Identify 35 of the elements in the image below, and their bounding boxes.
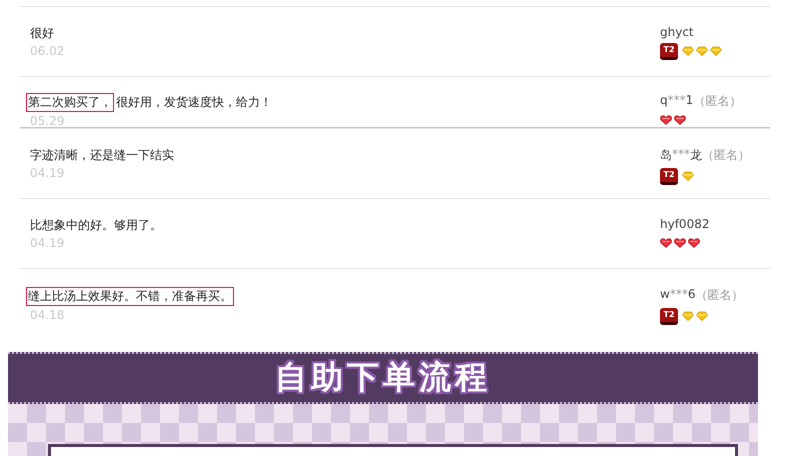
username: ghyct [660,25,694,39]
review-text: 很好 [30,25,54,42]
heart-icon [674,238,686,248]
review-text: 比想象中的好。够用了。 [30,217,162,234]
username: 1 [686,93,694,109]
diamond-icon [682,171,694,181]
masked-characters: *** [668,93,686,109]
highlighted-review-text: 缝上比汤上效果好。不错，准备再买。 [26,287,234,306]
review-text: 很好用，发货速度快，给力！ [116,94,272,111]
diamond-icon [696,46,708,56]
anonymous-label: （匿名） [702,147,750,164]
banner-title: 自助下单流程 [275,357,491,398]
diamond-icon [682,46,694,56]
username: 龙 [690,147,702,164]
member-badge: T2 [660,308,678,324]
member-badge: T2 [660,42,678,60]
review-text: 字迹清晰，还是缝一下结实 [30,147,174,164]
heart-icon [660,238,672,248]
heart-icon [674,115,686,125]
username: 6 [688,287,696,303]
username: 岛 [660,147,672,164]
heart-icon [660,115,672,125]
diamond-icon [682,311,694,321]
diamond-icon [696,311,708,321]
username: w [660,287,670,303]
username: hyf0082 [660,217,710,231]
member-badge: T2 [660,168,678,184]
masked-characters: *** [672,147,690,163]
highlighted-review-text: 第二次购买了， [26,93,114,112]
masked-characters: *** [670,287,688,303]
heart-icon [688,238,700,248]
diamond-icon [710,46,722,56]
anonymous-label: （匿名） [693,93,742,110]
username: q [660,93,668,109]
anonymous-label: （匿名） [695,287,744,304]
